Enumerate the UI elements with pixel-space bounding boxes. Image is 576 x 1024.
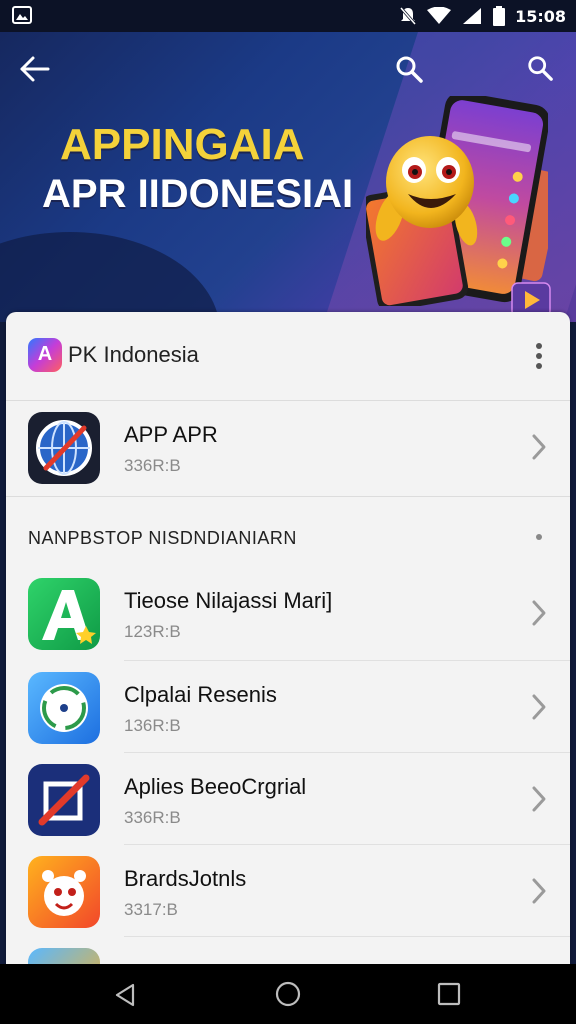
app-row[interactable]: Aplies BeeoCrgrial 336R:B <box>6 752 570 846</box>
section-divider <box>6 496 570 497</box>
app-list-card: A PK Indonesia APP APR 336R:B NANPBSTOP … <box>6 312 570 972</box>
app-size: 136R:B <box>124 716 181 735</box>
gallery-icon <box>12 6 32 24</box>
wifi-icon <box>427 7 452 24</box>
nav-back-icon[interactable] <box>112 982 138 1008</box>
chevron-right-icon <box>532 786 546 812</box>
card-header: A PK Indonesia <box>6 312 570 401</box>
globe-compass-icon <box>28 412 100 484</box>
app-row[interactable]: Clpalai Resenis 136R:B <box>6 660 570 754</box>
banner-title-line1: APPINGAIA <box>60 120 305 169</box>
app-size: 3317:B <box>124 900 178 919</box>
nav-recents-icon[interactable] <box>437 982 461 1006</box>
featured-app-row[interactable]: APP APR 336R:B <box>6 400 570 494</box>
banner-decoration <box>0 232 220 322</box>
app-logo-icon: A <box>28 338 62 372</box>
section-dot-icon <box>536 534 542 540</box>
red-slash-icon <box>28 764 100 836</box>
cartoon-face-icon <box>28 856 100 928</box>
search-icon[interactable] <box>526 54 554 82</box>
search-icon[interactable] <box>394 54 424 84</box>
compass-icon <box>28 672 100 744</box>
app-row[interactable]: Tieose Nilajassi Mari] 123R:B <box>6 566 570 660</box>
chevron-right-icon <box>532 694 546 720</box>
mute-icon <box>399 7 417 25</box>
back-arrow-icon[interactable] <box>18 52 52 86</box>
card-title: PK Indonesia <box>68 342 199 367</box>
chevron-right-icon <box>532 600 546 626</box>
system-nav-bar <box>0 964 576 1024</box>
chevron-right-icon <box>532 434 546 460</box>
app-size: 336R:B <box>124 808 181 827</box>
app-title: Clpalai Resenis <box>124 682 277 707</box>
hero-banner: APPINGAIA APR IIDONESIAI <box>0 32 576 322</box>
app-title: Aplies BeeoCrgrial <box>124 774 307 799</box>
clock: 15:08 <box>515 6 566 26</box>
app-row[interactable]: BrardsJotnls 3317:B <box>6 844 570 938</box>
section-title: NANPBSTOP NISDNDIANIARN <box>28 528 297 548</box>
battery-icon <box>493 6 506 26</box>
status-bar: 15:08 <box>0 0 576 32</box>
signal-icon <box>463 8 482 24</box>
app-size: 123R:B <box>124 622 181 641</box>
chevron-right-icon <box>532 878 546 904</box>
app-title: BrardsJotnls <box>124 866 247 891</box>
app-size: 336R:B <box>124 456 181 475</box>
banner-title-line2: APR IIDONESIAI <box>42 172 354 216</box>
more-vertical-icon[interactable] <box>532 340 546 372</box>
app-title: APP APR <box>124 422 218 447</box>
mascot-illustration <box>375 136 478 246</box>
nav-home-icon[interactable] <box>275 981 301 1007</box>
green-a-icon <box>28 578 100 650</box>
status-icons: 15:08 <box>399 4 566 28</box>
logo-letter: A <box>37 343 53 365</box>
app-title: Tieose Nilajassi Mari] <box>124 588 333 613</box>
